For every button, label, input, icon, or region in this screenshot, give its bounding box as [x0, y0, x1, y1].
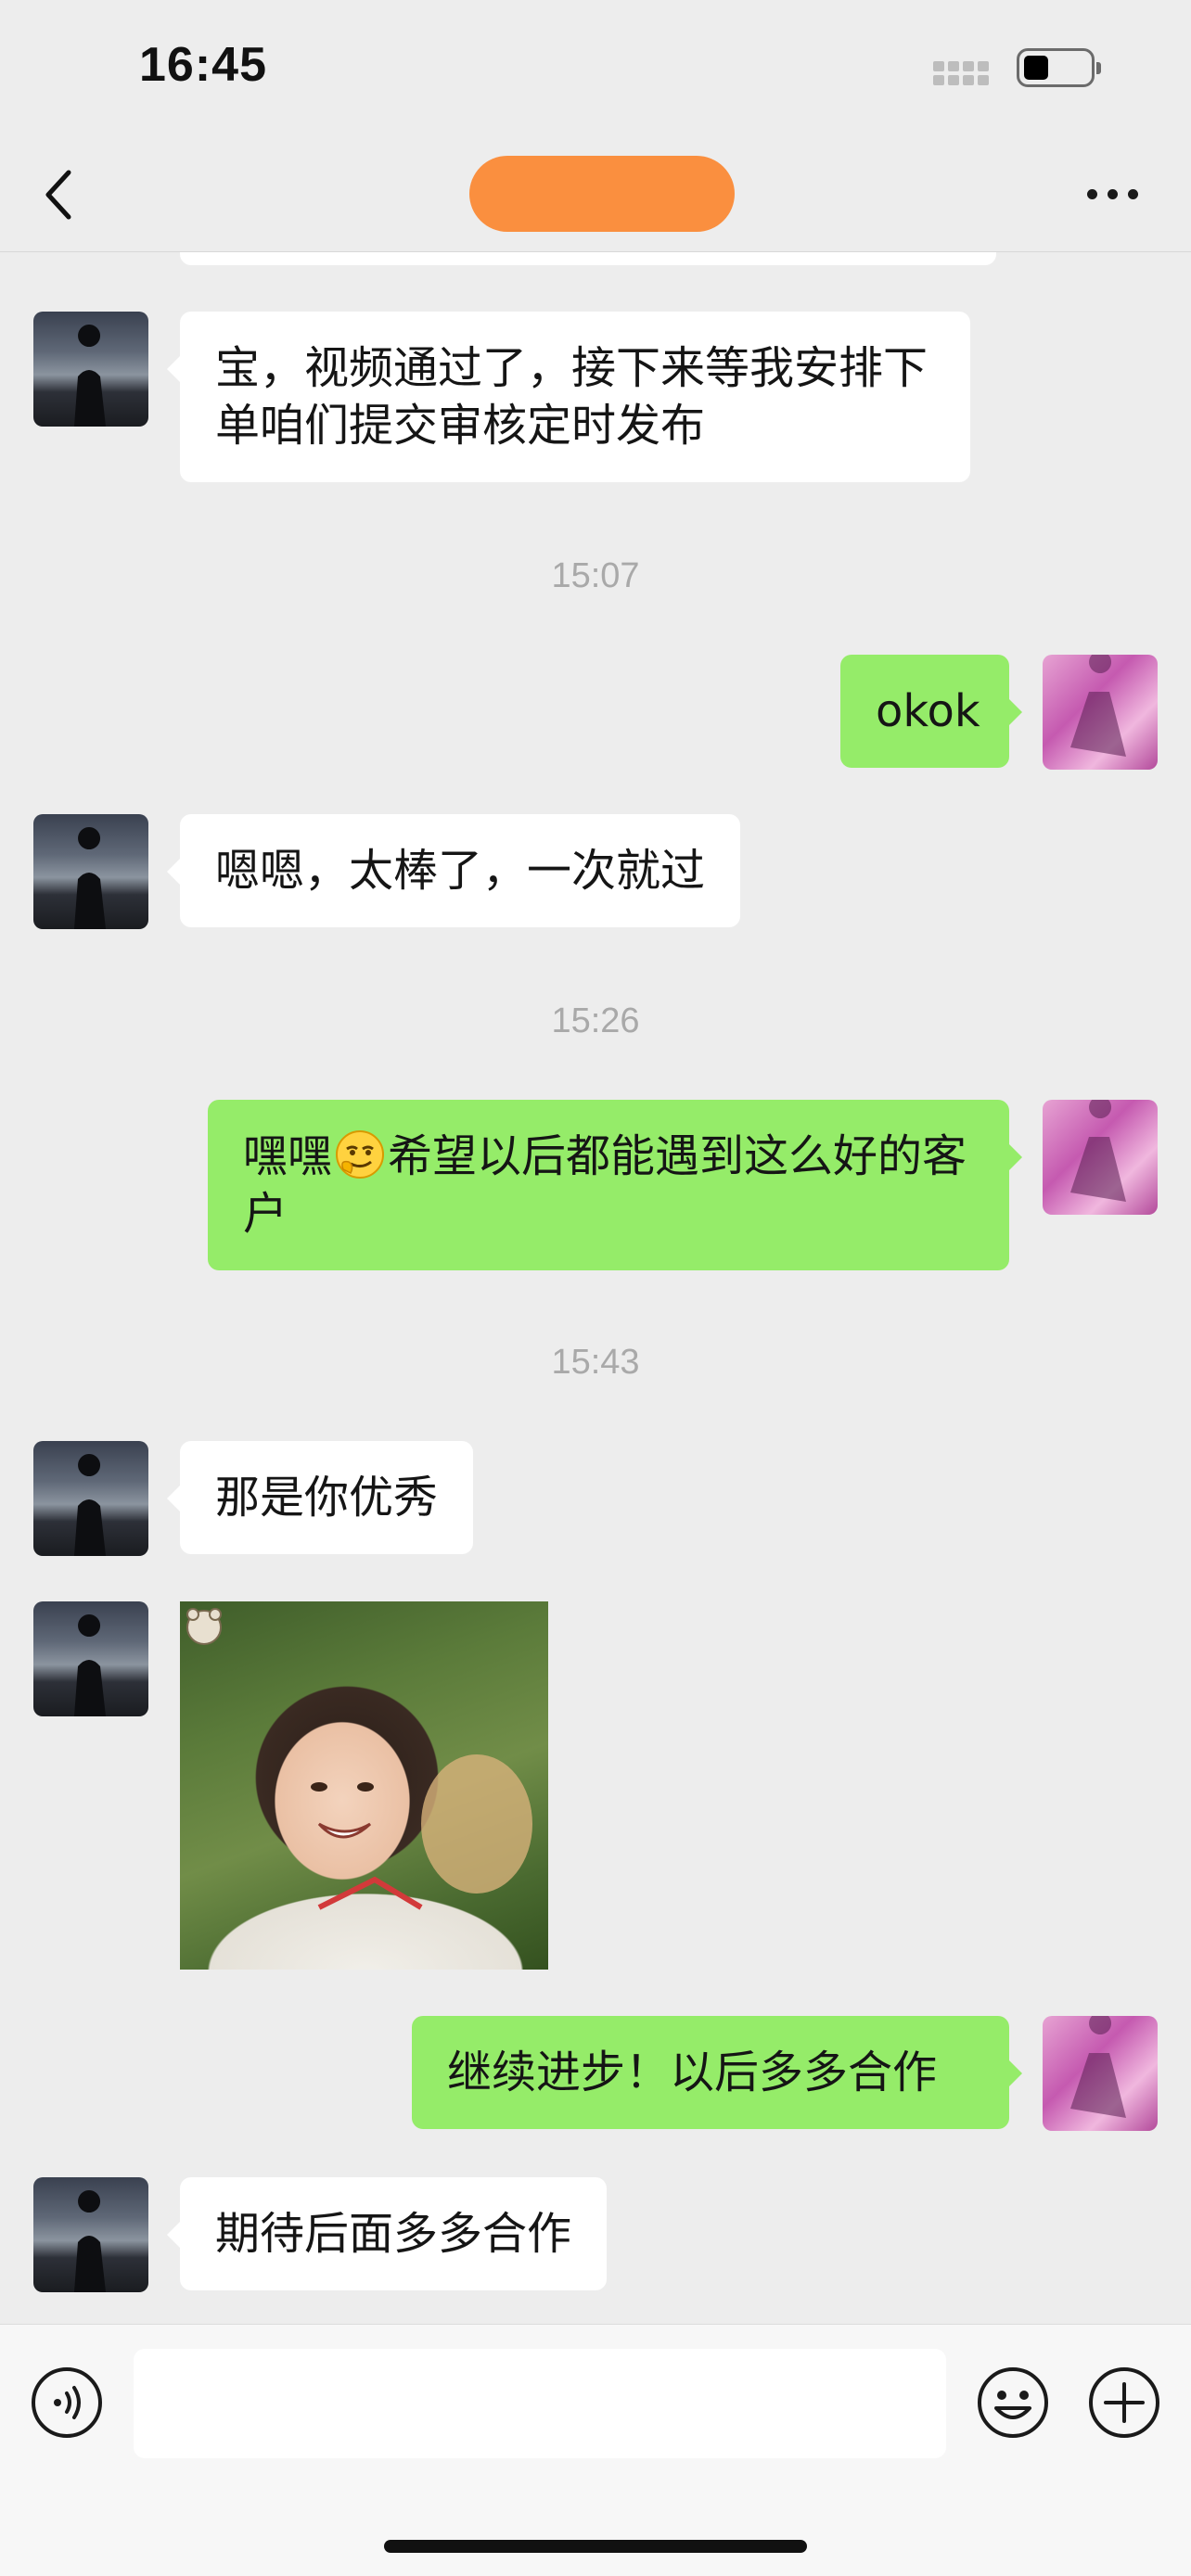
input-bar	[0, 2324, 1191, 2576]
signal-icon	[933, 61, 998, 89]
message-text: okok	[876, 685, 980, 737]
contact-avatar[interactable]	[33, 1601, 148, 1716]
nav-bar	[0, 139, 1191, 252]
title-redaction	[469, 156, 735, 232]
contact-avatar[interactable]	[33, 2177, 148, 2292]
timestamp: 15:07	[551, 556, 640, 595]
contact-avatar[interactable]	[33, 312, 148, 427]
emoji-icon[interactable]	[976, 2366, 1050, 2440]
my-avatar[interactable]	[1043, 1100, 1158, 1215]
status-time: 16:45	[139, 38, 267, 92]
message-bubble-incoming[interactable]: 宝，视频通过了，接下来等我安排下单咱们提交审核定时发布	[167, 312, 970, 482]
message-text: 嗯嗯，太棒了，一次就过	[215, 845, 706, 897]
message-input[interactable]	[134, 2349, 946, 2458]
home-indicator[interactable]	[384, 2540, 807, 2553]
contact-avatar[interactable]	[33, 1441, 148, 1556]
message-text: 期待后面多多合作	[215, 2208, 572, 2260]
message-text: 宝，视频通过了，接下来等我安排下单咱们提交审核定时发布	[215, 342, 928, 452]
plus-icon[interactable]	[1087, 2366, 1161, 2440]
smirk-emoji-icon	[334, 1129, 386, 1180]
timestamp: 15:43	[551, 1343, 640, 1382]
ellipsis-icon[interactable]	[1085, 185, 1141, 204]
message-bubble-outgoing[interactable]: 继续进步！以后多多合作	[412, 2016, 1022, 2129]
my-avatar[interactable]	[1043, 2016, 1158, 2131]
chat-area[interactable]: 宝，视频通过了，接下来等我安排下单咱们提交审核定时发布 15:07 okok 嗯…	[0, 252, 1191, 2324]
voice-icon[interactable]	[30, 2366, 104, 2440]
battery-icon	[1017, 48, 1101, 87]
message-bubble-incoming[interactable]: 那是你优秀	[166, 1441, 474, 1554]
message-bubble-outgoing[interactable]: 嘿嘿 希望以后都能遇到这么好的客户	[208, 1100, 1022, 1270]
message-text-before: 嘿嘿	[243, 1130, 333, 1182]
status-bar: 16:45	[0, 0, 1191, 139]
message-text: 继续进步！以后多多合作	[447, 2047, 938, 2098]
message-bubble-outgoing[interactable]: okok	[840, 655, 1022, 768]
message-text: 那是你优秀	[215, 1472, 439, 1524]
my-avatar[interactable]	[1043, 655, 1158, 770]
image-message[interactable]	[180, 1601, 548, 1970]
previous-message-bubble	[180, 252, 996, 265]
chevron-left-icon[interactable]	[41, 167, 78, 223]
message-bubble-incoming[interactable]: 期待后面多多合作	[166, 2177, 608, 2290]
timestamp: 15:26	[551, 1001, 640, 1040]
contact-avatar[interactable]	[33, 814, 148, 929]
message-bubble-incoming[interactable]: 嗯嗯，太棒了，一次就过	[166, 814, 741, 927]
